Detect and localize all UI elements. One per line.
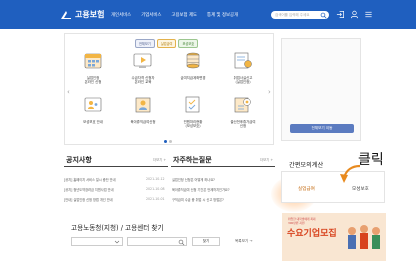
recruit-banner[interactable]: 취업한 대학생에게 최대 300만원 지원 수요기업모집: [282, 213, 386, 261]
carousel-dot[interactable]: [164, 140, 167, 143]
quick-service-panel: 전체보기 실업급여 모성보호 ‹ › 실업인정 온라인 신청 수급자격 신청자 …: [64, 33, 274, 145]
faq-divider: [171, 166, 275, 167]
service-label: 모성보호 안내: [83, 120, 103, 124]
job-report-icon: [234, 52, 252, 69]
service-item-maternity-leave[interactable]: 출산전후휴가급여 신청: [221, 95, 265, 129]
recruit-headline: 수요기업모집: [287, 229, 337, 239]
nav-item-business[interactable]: 기업서비스: [141, 12, 161, 18]
next-arrow-icon[interactable]: ›: [268, 88, 271, 96]
region-select[interactable]: [71, 237, 123, 246]
faq-row[interactable]: 실업인정 신청은 어떻게 하나요?: [172, 177, 215, 182]
banner-view-all-button[interactable]: 전체보기 이동: [290, 124, 354, 133]
progress-check-icon: [185, 96, 200, 113]
logo-text: 고용보험: [75, 10, 105, 19]
nav-item-system[interactable]: 고용보험 제도: [171, 12, 197, 18]
notice-more-link[interactable]: 더보기 +: [153, 157, 166, 162]
tab-maternity[interactable]: 모성보호: [178, 39, 199, 48]
service-item-progress[interactable]: 민원처리현황 (모성보호): [171, 95, 215, 129]
faq-more-link[interactable]: 더보기 +: [260, 157, 273, 162]
notice-row[interactable]: [공지] 홈페이지 서비스 일시 중단 안내: [64, 177, 116, 182]
service-label: 수급자격 신청자 온라인 교육: [131, 76, 155, 85]
search-icon[interactable]: [320, 12, 327, 19]
faq-title: 자주하는질문: [173, 156, 212, 164]
notice-title: 공지사항: [66, 156, 92, 164]
search-placeholder: 검색어를 입력해 주세요: [275, 12, 310, 17]
carousel-dots: [164, 140, 174, 143]
calc-unemployment-link[interactable]: 실업급여: [298, 186, 315, 192]
service-item-online-claim[interactable]: 실업인정 온라인 신청: [71, 51, 115, 85]
nav-item-statistics[interactable]: 통계 및 정보공개: [207, 12, 238, 18]
recruit-subtext: 취업한 대학생에게 최대 300만원 지원: [288, 217, 316, 225]
calc-maternity-link[interactable]: 모성보호: [352, 186, 369, 192]
notice-date: 2021-10-08: [146, 187, 165, 191]
service-label: 취업사실신고 (실업인정): [233, 76, 253, 85]
document-calendar-icon: [84, 53, 102, 69]
service-item-maternity-guide[interactable]: 모성보호 안내: [71, 95, 115, 124]
labor-office-title: 고용노동청(지청) / 고용센터 찾기: [71, 224, 164, 232]
people-illustration-icon: [348, 225, 380, 249]
notice-date: 2021-10-12: [146, 177, 165, 181]
service-label: 출산전후휴가급여 신청: [230, 120, 256, 129]
service-item-account-change[interactable]: 급여지급계좌변경: [171, 51, 215, 80]
faq-row[interactable]: 구직급여 수급 중 취업 시 신고 방법은?: [172, 197, 224, 202]
prev-arrow-icon[interactable]: ‹: [67, 88, 70, 96]
maternity-icon: [234, 97, 251, 113]
site-logo[interactable]: 고용보험: [60, 9, 104, 20]
mother-child-icon: [84, 97, 102, 112]
click-annotation: 클릭: [358, 152, 384, 168]
service-tabs: 전체보기 실업급여 모성보호: [135, 39, 200, 48]
service-label: 실업인정 온라인 신청: [84, 76, 102, 85]
user-icon[interactable]: [350, 10, 359, 19]
service-item-online-education[interactable]: 수급자격 신청자 온라인 교육: [121, 51, 165, 85]
childcare-leave-icon: [135, 97, 151, 113]
login-icon[interactable]: [336, 10, 345, 19]
side-banner: 전체보기 이동: [281, 38, 361, 141]
faq-row[interactable]: 육아휴직급여 신청 기간은 언제까지인가요?: [172, 187, 230, 192]
main-nav: 개인서비스 기업서비스 고용보험 제도 통계 및 정보공개: [111, 12, 248, 18]
header-search-input[interactable]: 검색어를 입력해 주세요: [271, 11, 329, 19]
service-item-childcare-leave[interactable]: 육아휴직급여신청: [121, 95, 165, 124]
menu-icon[interactable]: [364, 10, 373, 19]
office-search-button[interactable]: 찾기: [192, 237, 220, 246]
logo-mark-icon: [61, 10, 71, 19]
bank-account-icon: [186, 52, 200, 69]
service-item-job-report[interactable]: 취업사실신고 (실업인정): [221, 51, 265, 85]
service-label: 급여지급계좌변경: [180, 76, 206, 80]
notice-row[interactable]: [공지] 청년도약장려금 지원사업 안내: [64, 187, 114, 192]
video-lecture-icon: [133, 53, 152, 68]
nav-item-personal[interactable]: 개인서비스: [111, 12, 131, 18]
service-label: 민원처리현황 (모성보호): [183, 120, 203, 129]
notice-row[interactable]: [안내] 실업인정 신청 방법 개선 안내: [64, 197, 113, 202]
tab-unemployment[interactable]: 실업급여: [156, 39, 177, 48]
search-icon[interactable]: [178, 239, 185, 246]
carousel-dot[interactable]: [169, 140, 172, 143]
notice-divider: [64, 166, 168, 167]
tab-all[interactable]: 전체보기: [135, 39, 155, 48]
notice-date: 2021-10-01: [146, 197, 165, 201]
chevron-down-icon: [114, 240, 120, 244]
service-label: 육아휴직급여신청: [130, 120, 156, 124]
calculator-title: 간편모의계산: [289, 162, 324, 169]
calculator-box: 실업급여 모성보호: [281, 171, 385, 203]
office-list-link[interactable]: 목록보기 →: [235, 239, 252, 244]
top-header: 고용보험 개인서비스 기업서비스 고용보험 제도 통계 및 정보공개 검색어를 …: [0, 0, 416, 29]
office-search-input[interactable]: [127, 237, 187, 246]
